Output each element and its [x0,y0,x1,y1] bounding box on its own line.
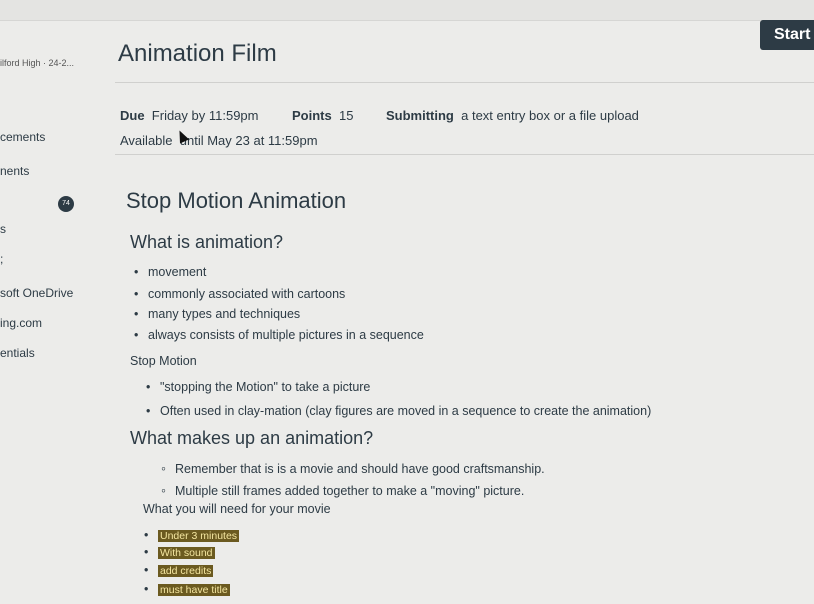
notification-badge: 74 [58,196,74,212]
start-assignment-button[interactable]: Start [760,20,814,50]
submitting-label: Submitting [386,108,454,123]
list-item: always consists of multiple pictures in … [134,328,424,342]
list-item: Often used in clay-mation (clay figures … [146,404,651,418]
list-item: many types and techniques [134,307,300,321]
highlighted-text: With sound [158,547,215,559]
due-label: Due [120,108,145,123]
divider [115,82,814,83]
list-item: movement [134,265,206,279]
sidebar-item-announcements[interactable]: cements [0,130,45,144]
sidebar-item-3[interactable]: s [0,222,6,236]
list-item: Remember that is is a movie and should h… [161,460,545,476]
points-row: Points 15 [292,108,353,123]
list-item: must have title [144,582,230,596]
sidebar-item-bing[interactable]: ing.com [0,316,42,330]
list-item: Multiple still frames added together to … [161,482,524,498]
due-row: Due Friday by 11:59pm [120,108,259,123]
need-label: What you will need for your movie [143,502,331,516]
list-item: add credits [144,563,214,577]
highlighted-text: add credits [158,565,214,577]
heading-what-is-animation: What is animation? [130,232,284,252]
list-item: Under 3 minutes [144,528,240,542]
highlighted-text: must have title [158,584,230,596]
highlighted-text: Under 3 minutes [158,530,240,542]
stop-motion-label: Stop Motion [130,354,197,368]
list-item: With sound [144,545,215,559]
sidebar-item-onedrive[interactable]: soft OneDrive [0,286,73,300]
top-bar [0,0,814,21]
page-title: Animation Film [118,40,277,67]
sidebar-item-assignments[interactable]: nents [0,164,29,178]
points-value: 15 [338,108,354,123]
due-value: Friday by 11:59pm [151,108,259,123]
list-item: commonly associated with cartoons [134,287,345,301]
heading-what-makes-up: What makes up an animation? [130,428,374,448]
sidebar-item-4[interactable]: ; [0,252,3,266]
submitting-row: Submitting a text entry box or a file up… [386,108,639,123]
submitting-value: a text entry box or a file upload [461,108,639,123]
section-title: Stop Motion Animation [126,188,347,213]
available-row: Available until May 23 at 11:59pm [120,133,318,148]
sidebar-item-essentials[interactable]: entials [0,346,35,360]
list-item: "stopping the Motion" to take a picture [146,380,370,394]
course-tag[interactable]: ilford High · 24-2... [0,58,74,68]
divider [115,154,814,155]
points-label: Points [292,108,332,123]
available-value: until May 23 at 11:59pm [179,133,318,148]
available-label: Available [120,133,173,148]
